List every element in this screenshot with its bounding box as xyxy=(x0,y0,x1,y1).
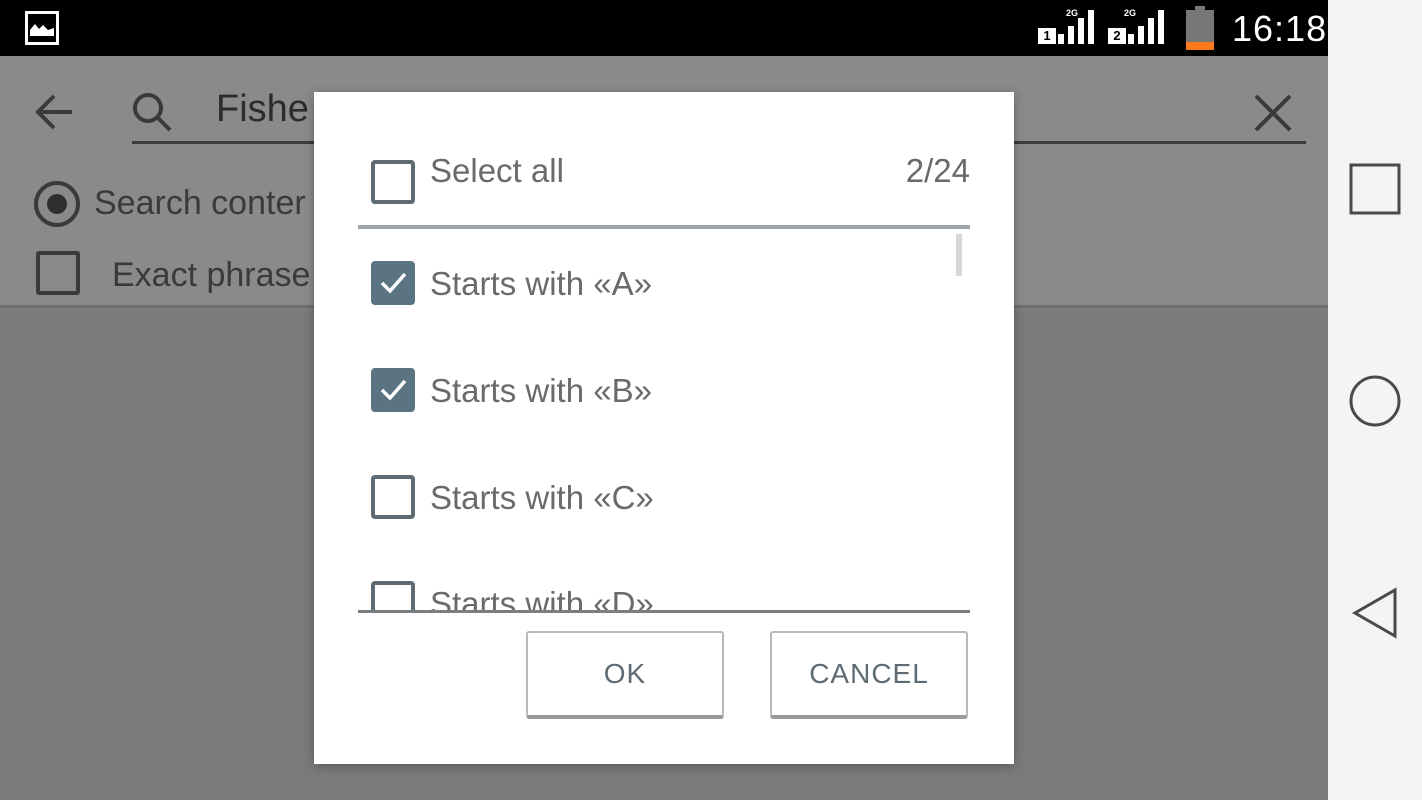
dialog-header: Select all 2/24 xyxy=(358,148,970,228)
arrow-left-icon[interactable] xyxy=(32,90,80,134)
screen: 2G 1 2G 2 16:18 Fishe Search conter Exac… xyxy=(0,0,1422,800)
sim2-signal-icon: 2G 2 xyxy=(1106,8,1170,50)
triangle-back-icon[interactable] xyxy=(1346,584,1404,642)
sim1-signal-icon: 2G 1 xyxy=(1036,8,1100,50)
exact-phrase-label: Exact phrase xyxy=(112,256,311,294)
status-time: 16:18 xyxy=(1232,8,1328,49)
status-bar: 2G 1 2G 2 16:18 xyxy=(0,0,1328,56)
item-checkbox-checked[interactable] xyxy=(371,261,415,305)
check-icon xyxy=(380,379,407,401)
list-bottom-divider xyxy=(358,610,970,613)
list-item[interactable]: Starts with «C» xyxy=(358,467,948,527)
select-all-label: Select all xyxy=(430,152,564,189)
exact-phrase-checkbox[interactable] xyxy=(36,251,80,295)
list-item[interactable]: Starts with «A» xyxy=(358,253,948,313)
item-label: Starts with «A» xyxy=(430,265,652,302)
battery-level xyxy=(1186,42,1214,50)
sim1-label: 1 xyxy=(1038,28,1056,44)
cancel-button[interactable]: CANCEL xyxy=(770,631,968,719)
search-input[interactable]: Fishe xyxy=(216,88,309,131)
letter-list: Starts with «A» Starts with «B» Starts w… xyxy=(358,229,970,611)
battery-icon xyxy=(1186,6,1214,50)
item-label: Starts with «B» xyxy=(430,372,652,409)
close-icon[interactable] xyxy=(1250,90,1296,136)
item-checkbox-checked[interactable] xyxy=(371,368,415,412)
item-label: Starts with «C» xyxy=(430,479,654,516)
select-all-checkbox[interactable] xyxy=(371,160,415,204)
square-icon[interactable] xyxy=(1346,160,1404,218)
list-item[interactable]: Starts with «B» xyxy=(358,360,948,420)
item-label: Starts with «D» xyxy=(430,585,654,611)
filter-dialog: Select all 2/24 Starts with «A» Starts w… xyxy=(314,92,1014,764)
sim2-label: 2 xyxy=(1108,28,1126,44)
search-content-label: Search conter xyxy=(94,184,306,222)
circle-icon[interactable] xyxy=(1346,372,1404,430)
item-checkbox[interactable] xyxy=(371,581,415,611)
list-scrollbar[interactable] xyxy=(956,234,962,276)
gallery-icon xyxy=(25,11,59,45)
navigation-bar xyxy=(1328,0,1422,800)
search-icon xyxy=(130,90,176,136)
item-checkbox[interactable] xyxy=(371,475,415,519)
selection-count: 2/24 xyxy=(905,152,970,189)
ok-button[interactable]: OK xyxy=(526,631,724,719)
search-content-radio[interactable] xyxy=(34,181,80,227)
check-icon xyxy=(380,272,407,294)
list-item[interactable]: Starts with «D» xyxy=(358,573,948,611)
